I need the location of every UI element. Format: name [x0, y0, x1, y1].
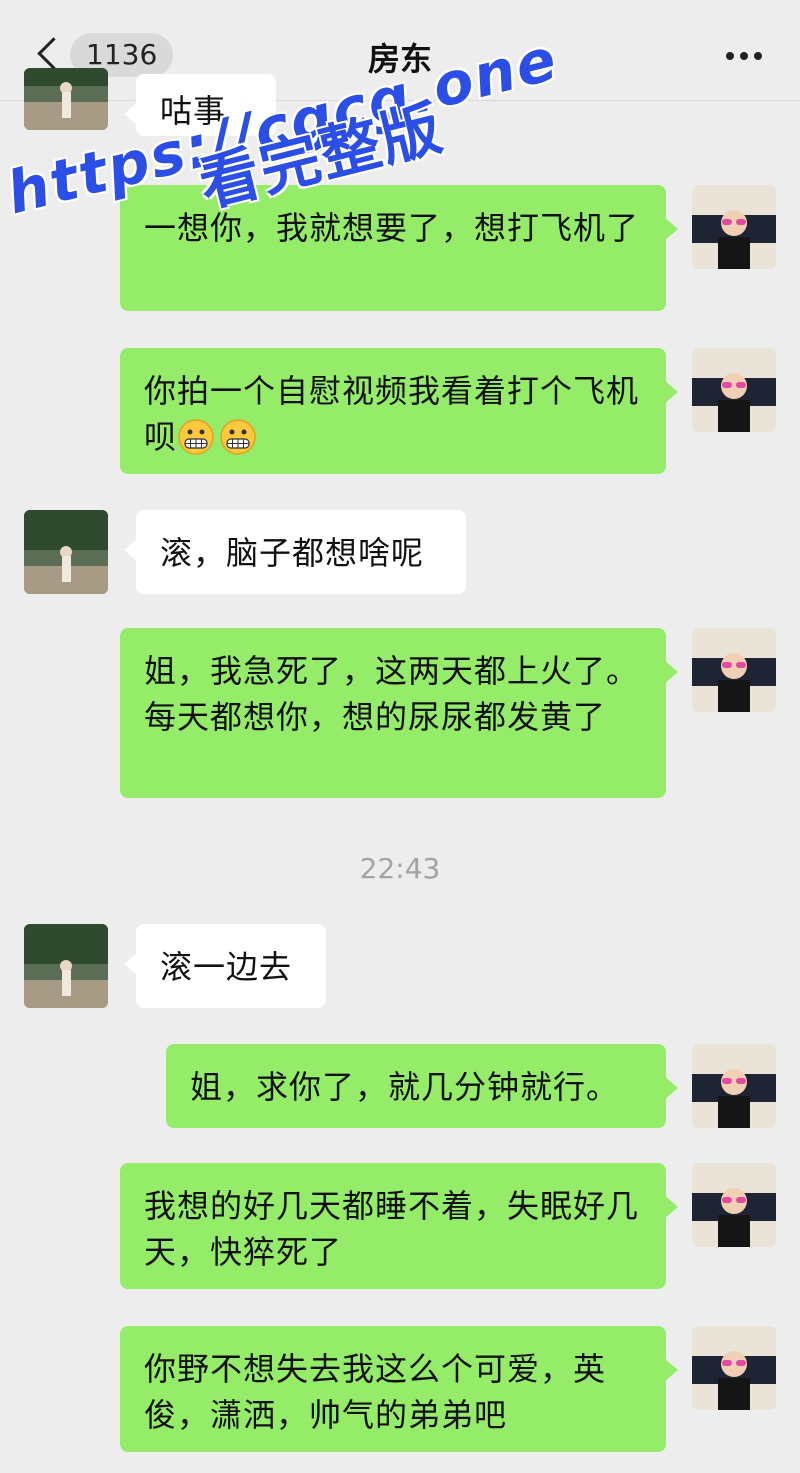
message-text: 我想的好几天都睡不着，失眠好几天，快猝死了 — [144, 1187, 640, 1271]
message-bubble-incoming[interactable]: 滚一边去 — [124, 924, 326, 1008]
chat-title: 房东 — [367, 40, 432, 78]
message-timestamp: 22:43 — [359, 852, 441, 885]
grimacing-emoji-icon — [177, 418, 215, 456]
user-avatar[interactable] — [692, 1326, 776, 1410]
message-bubble-incoming[interactable]: 咕事 — [124, 74, 276, 136]
message-bubble-incoming[interactable]: 滚，脑子都想啥呢 — [124, 510, 466, 594]
message-text: 咕事 — [160, 92, 227, 130]
user-avatar[interactable] — [692, 1163, 776, 1247]
contact-avatar[interactable] — [24, 68, 108, 130]
user-avatar[interactable] — [692, 348, 776, 432]
message-bubble-outgoing[interactable]: 你拍一个自慰视频我看着打个飞机呗 — [120, 348, 678, 474]
message-bubble-outgoing[interactable]: 你野不想失去我这么个可爱，英俊，潇洒，帅气的弟弟吧 — [120, 1326, 678, 1452]
chat-header: 1136 房东 — [0, 0, 800, 101]
message-bubble-outgoing[interactable]: 一想你，我就想要了，想打飞机了 — [120, 185, 678, 311]
contact-avatar[interactable] — [24, 924, 108, 1008]
contact-avatar[interactable] — [24, 510, 108, 594]
message-text: 姐，求你了，就几分钟就行。 — [190, 1068, 620, 1106]
user-avatar[interactable] — [692, 1044, 776, 1128]
more-dots-icon — [726, 52, 734, 60]
message-bubble-outgoing[interactable]: 姐，求你了，就几分钟就行。 — [166, 1044, 678, 1128]
grimacing-emoji-icon — [219, 418, 257, 456]
message-text: 你野不想失去我这么个可爱，英俊，潇洒，帅气的弟弟吧 — [144, 1350, 607, 1434]
user-avatar[interactable] — [692, 628, 776, 712]
message-bubble-outgoing[interactable]: 我想的好几天都睡不着，失眠好几天，快猝死了 — [120, 1163, 678, 1289]
message-text: 姐，我急死了，这两天都上火了。每天都想你，想的尿尿都发黄了 — [144, 652, 640, 736]
more-options-button[interactable] — [726, 52, 762, 60]
message-text: 一想你，我就想要了，想打飞机了 — [144, 209, 640, 247]
message-text: 滚一边去 — [160, 948, 293, 986]
message-text: 滚，脑子都想啥呢 — [160, 534, 425, 572]
message-bubble-outgoing[interactable]: 姐，我急死了，这两天都上火了。每天都想你，想的尿尿都发黄了 — [120, 628, 678, 798]
user-avatar[interactable] — [692, 185, 776, 269]
